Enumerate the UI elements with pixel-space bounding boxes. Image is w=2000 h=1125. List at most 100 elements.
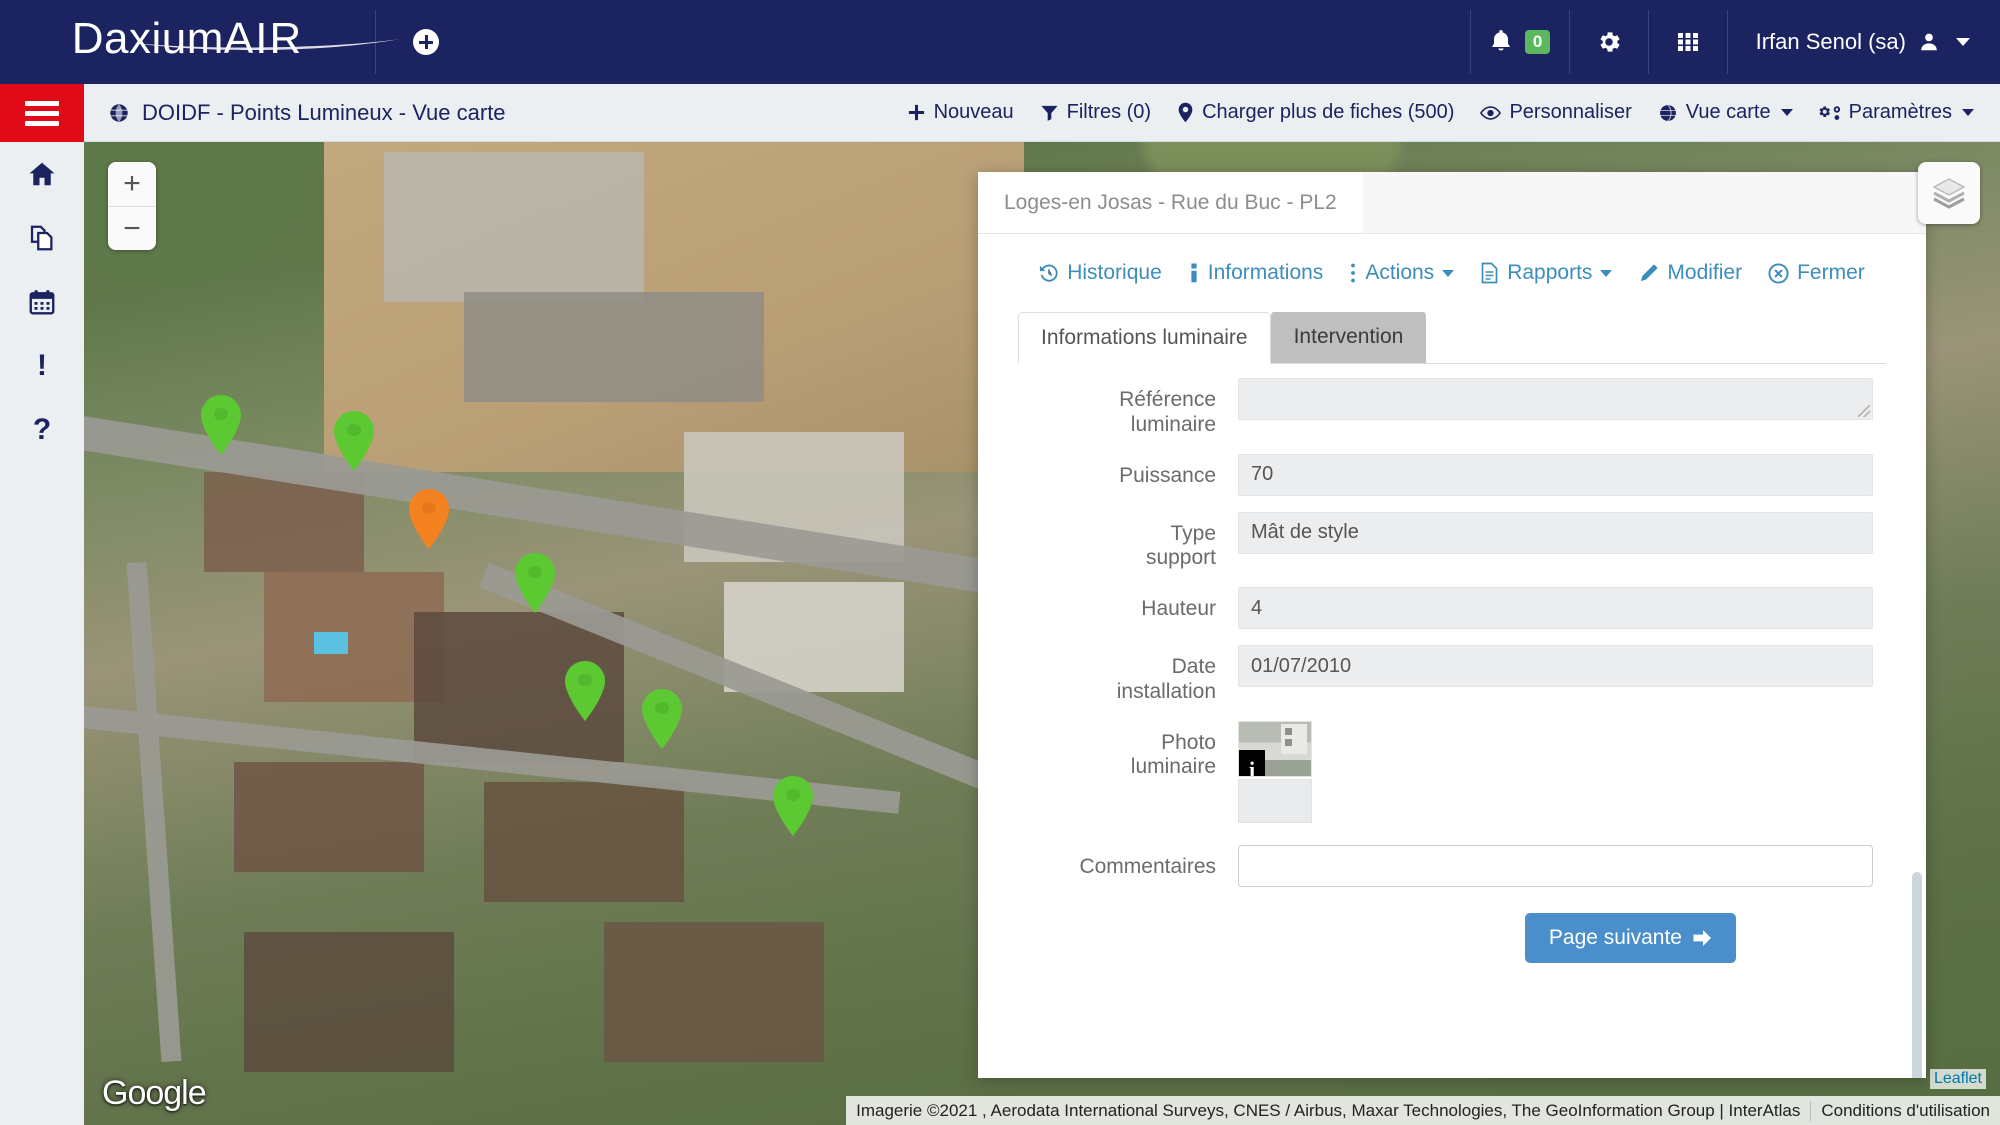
notifications-button[interactable]: 0 <box>1471 0 1569 84</box>
settings-button[interactable] <box>1570 0 1648 84</box>
toolbar-new-button[interactable]: Nouveau <box>907 101 1014 124</box>
breadcrumb: DOIDF - Points Lumineux - Vue carte <box>84 100 506 126</box>
breadcrumb-title: DOIDF - Points Lumineux - Vue carte <box>142 99 506 125</box>
toolbar-load-more-button[interactable]: Charger plus de fiches (500) <box>1177 101 1454 124</box>
sidebar-item-alerts[interactable]: ! <box>0 334 84 398</box>
map-marker[interactable] <box>332 410 376 472</box>
hauteur-input[interactable]: 4 <box>1238 587 1873 630</box>
field-row-commentaires: Commentaires <box>1018 844 1886 887</box>
sidebar-item-documents[interactable] <box>0 206 84 270</box>
reports-button[interactable]: Rapports <box>1480 261 1613 285</box>
plus-circle-icon <box>413 29 439 55</box>
layers-icon <box>1932 178 1966 209</box>
commentaires-input[interactable] <box>1238 844 1873 887</box>
pool-patch <box>314 632 348 654</box>
gear-icon <box>1600 32 1620 52</box>
toolbar-filters-button[interactable]: Filtres (0) <box>1040 101 1151 124</box>
terrain-patch <box>244 932 454 1072</box>
app-root: DaxiumAIR 0 Irfan Senol (sa) ! ? DOIDF -… <box>0 0 2000 1125</box>
field-control-puissance: 70 <box>1238 453 1886 496</box>
edit-button[interactable]: Modifier <box>1638 261 1742 285</box>
edit-label: Modifier <box>1667 261 1743 284</box>
map-marker[interactable] <box>513 552 557 614</box>
user-name-label: Irfan Senol (sa) <box>1755 29 1906 54</box>
record-form: Référence luminaire Puissance 70 Type supp… <box>1018 364 1886 963</box>
pencil-icon <box>1641 263 1659 281</box>
info-icon <box>1191 263 1197 283</box>
header-spacer <box>476 0 1470 84</box>
photo-gallery: i <box>1238 720 1886 823</box>
record-title-tab[interactable]: Loges-en Josas - Rue du Buc - PL2 <box>978 172 1363 233</box>
next-page-label: Page suivante <box>1548 925 1682 949</box>
documents-icon <box>30 225 53 251</box>
globe-icon <box>1659 104 1676 121</box>
notification-badge: 0 <box>1524 29 1551 55</box>
informations-button[interactable]: Informations <box>1188 261 1323 285</box>
terms-of-use-link[interactable]: Conditions d'utilisation <box>1811 1101 2000 1121</box>
bell-icon <box>1491 30 1510 51</box>
map-marker[interactable] <box>199 394 243 456</box>
toolbar-parameters-label: Paramètres <box>1848 101 1952 123</box>
next-page-button[interactable]: Page suivante <box>1524 912 1736 963</box>
terrain-patch <box>234 762 424 872</box>
imagery-attribution-text: Imagerie ©2021 , Aerodata International … <box>856 1100 1801 1120</box>
map-marker[interactable] <box>771 775 815 837</box>
field-row-puissance: Puissance 70 <box>1018 453 1886 496</box>
panel-scrollbar[interactable] <box>1912 872 1922 1078</box>
photo-info-badge[interactable]: i <box>1239 749 1265 776</box>
form-footer: Page suivante <box>1018 912 1886 963</box>
field-row-photo-luminaire: Photo luminaire i <box>1018 720 1886 823</box>
google-logo: Google <box>102 1074 207 1112</box>
photo-thumbnail[interactable]: i <box>1238 720 1312 777</box>
toolbar-map-view-button[interactable]: Vue carte <box>1658 101 1793 124</box>
chevron-down-icon <box>1442 269 1455 277</box>
filter-icon <box>1041 105 1058 121</box>
leaflet-attribution-link[interactable]: Leaflet <box>1929 1069 1986 1089</box>
toolbar-map-view-label: Vue carte <box>1685 101 1771 123</box>
type-support-input[interactable]: Mât de style <box>1238 511 1873 554</box>
tab-intervention[interactable]: Intervention <box>1270 312 1427 363</box>
field-label-commentaires: Commentaires <box>1079 854 1216 878</box>
tab-informations-luminaire[interactable]: Informations luminaire <box>1018 312 1271 364</box>
field-label-date-installation: Date installation <box>1116 655 1216 703</box>
toolbar-parameters-button[interactable]: Paramètres <box>1819 101 1974 124</box>
toolbar-customize-button[interactable]: Personnaliser <box>1480 101 1632 124</box>
brand-logo[interactable]: DaxiumAIR <box>0 0 400 84</box>
map-layers-button[interactable] <box>1918 162 1980 224</box>
page-toolbar: DOIDF - Points Lumineux - Vue carte Nouv… <box>84 84 2000 142</box>
puissance-input[interactable]: 70 <box>1238 453 1873 496</box>
map-marker[interactable] <box>640 688 684 750</box>
close-button[interactable]: Fermer <box>1768 261 1865 285</box>
actions-icon <box>1351 263 1356 283</box>
map-pin-icon <box>515 553 555 613</box>
map-pin-icon <box>334 411 374 471</box>
map-pin-icon <box>565 661 605 721</box>
quick-add-button[interactable] <box>376 0 476 84</box>
map-pin-icon <box>642 689 682 749</box>
reference-luminaire-textarea[interactable] <box>1238 378 1873 420</box>
sidebar-item-calendar[interactable] <box>0 270 84 334</box>
sidebar-item-home[interactable] <box>0 142 84 206</box>
record-panel-body: Informations luminaire Intervention Réfé… <box>978 312 1926 1078</box>
terrain-patch <box>484 782 684 902</box>
actions-label: Actions <box>1365 261 1435 284</box>
record-tabstrip-filler <box>1362 172 1926 233</box>
history-button[interactable]: Historique <box>1039 261 1162 285</box>
photo-empty-slot[interactable] <box>1238 778 1312 823</box>
toolbar-customize-label: Personnaliser <box>1509 101 1632 123</box>
date-installation-input[interactable]: 01/07/2010 <box>1238 645 1873 688</box>
sliders-icon <box>1819 105 1840 120</box>
zoom-out-button[interactable]: − <box>108 206 156 250</box>
eye-icon <box>1480 105 1502 120</box>
user-menu-button[interactable]: Irfan Senol (sa) <box>1728 0 2000 84</box>
apps-button[interactable] <box>1649 0 1727 84</box>
actions-button[interactable]: Actions <box>1349 261 1455 285</box>
map-marker[interactable] <box>563 660 607 722</box>
record-tab-strip: Loges-en Josas - Rue du Buc - PL2 <box>978 172 1926 234</box>
zoom-in-button[interactable]: + <box>108 162 156 206</box>
sidebar-toggle-button[interactable] <box>0 84 84 142</box>
field-row-hauteur: Hauteur 4 <box>1018 587 1886 630</box>
grid-apps-icon <box>1677 33 1698 51</box>
map-marker-selected[interactable] <box>407 488 451 550</box>
sidebar-item-help[interactable]: ? <box>0 398 84 462</box>
